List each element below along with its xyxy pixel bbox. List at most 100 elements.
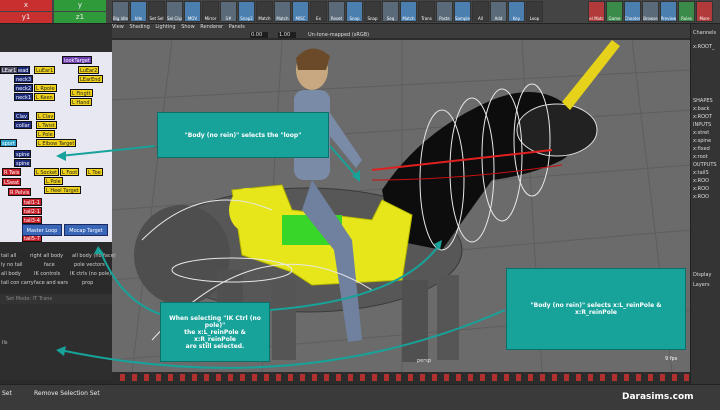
channel-item[interactable]: x:ROO [693,194,709,200]
shelf-button[interactable]: Sel Clip [166,1,183,22]
timeline-key[interactable] [504,374,509,381]
timeline-key[interactable] [408,374,413,381]
shelf-button[interactable]: Ex [310,1,327,22]
timeline-key[interactable] [576,374,581,381]
timeline-key[interactable] [588,374,593,381]
picker-spine2[interactable]: spine [14,159,32,167]
timeline-key[interactable] [252,374,257,381]
picker-learend[interactable]: LEarEnd [78,75,103,83]
menu-lighting[interactable]: Lighting [155,24,175,30]
exposure-field[interactable]: 0.00 [250,32,268,38]
layers-tab[interactable]: Layers [693,282,710,288]
set-ly-no-tail[interactable]: ly no tail [1,262,23,268]
display-tab[interactable]: Display [693,272,711,278]
picker-luear2[interactable]: LuEar2 [78,66,100,74]
timeline-key[interactable] [612,374,617,381]
picker-lheel[interactable]: L Heel Target [44,186,81,194]
picker-lsocket[interactable]: L Socket [34,168,60,176]
channel-item[interactable]: x:back [693,106,710,112]
shelf-button[interactable]: Add [490,1,507,22]
timeline-key[interactable] [468,374,473,381]
timeline-key[interactable] [396,374,401,381]
timeline-key[interactable] [228,374,233,381]
shelf-button[interactable]: Mirror [202,1,219,22]
menu-panels[interactable]: Panels [229,24,245,30]
timeline-key[interactable] [288,374,293,381]
y1-field[interactable]: y1 [0,12,52,23]
timeline-key[interactable] [444,374,449,381]
timeline-key[interactable] [600,374,605,381]
mocap-target-button[interactable]: Mocap Target [64,224,108,236]
shelf-button[interactable]: Reset [328,1,345,22]
menu-shading[interactable]: Shading [129,24,149,30]
channel-item[interactable]: x:ROOT [693,114,712,120]
shelf-button[interactable]: Snap [346,1,363,22]
timeline-key[interactable] [180,374,185,381]
timeline-key[interactable] [660,374,665,381]
channel-item[interactable]: x:tailS [693,170,709,176]
timeline-key[interactable] [156,374,161,381]
channel-item[interactable]: x:ROO [693,186,709,192]
picker-lkeen[interactable]: L Keen [34,93,55,101]
channels-root[interactable]: x:ROOT_ [693,44,715,50]
timeline-key[interactable] [492,374,497,381]
shelf-button[interactable]: S# [220,1,237,22]
x-field[interactable]: x [0,0,52,11]
timeline-key[interactable] [348,374,353,381]
timeline-key[interactable] [456,374,461,381]
menu-renderer[interactable]: Renderer [200,24,223,30]
shelf-button[interactable]: Match [274,1,291,22]
remove-selection-set-button[interactable]: Remove Selection Set [34,390,100,397]
set-all-body-no-face[interactable]: all body (no face) [72,253,116,259]
picker-ltwist[interactable]: L Twist [36,121,57,129]
picker-tail1[interactable]: tail1-1 [22,198,42,206]
timeline-key[interactable] [636,374,641,381]
picker-neck2[interactable]: neck2 [14,84,34,92]
channel-item[interactable]: x:stret [693,130,709,136]
menu-show[interactable]: Show [181,24,195,30]
picker-lpole3[interactable]: L Pole [44,177,63,185]
timeline-key[interactable] [240,374,245,381]
set-ik-controls[interactable]: IK controls [34,271,60,277]
picker-lclav[interactable]: L Clav [36,112,56,120]
picker-tail2[interactable]: tail2-1 [22,207,42,215]
picker-lelbow[interactable]: L Elbow Target [36,139,77,147]
timeline-key[interactable] [312,374,317,381]
picker-lhand[interactable]: L Hand [70,98,92,106]
timeline-key[interactable] [624,374,629,381]
picker-spine[interactable]: spine [14,150,32,158]
timeline-key[interactable] [372,374,377,381]
shelf-button[interactable]: MOV [184,1,201,22]
shelf-button[interactable]: Paste [436,1,453,22]
set-button[interactable]: Set [2,390,12,397]
shelf-button[interactable]: Loop [526,1,543,22]
set-ik-ctrls-no-pole[interactable]: IK ctrls (no pole) [70,271,111,277]
shelf-button[interactable]: Match [400,1,417,22]
timeline-key[interactable] [144,374,149,381]
timeline-key[interactable] [132,374,137,381]
timeline-key[interactable] [552,374,557,381]
set-all-body[interactable]: all body [1,271,21,277]
y-field[interactable]: y [54,0,106,11]
z1-field[interactable]: z1 [54,12,106,23]
shelf-right-button[interactable]: Preview [660,1,677,22]
timeline-key[interactable] [432,374,437,381]
set-tail-con-carry[interactable]: tail con carry [1,280,34,286]
menu-view[interactable]: View [112,24,124,30]
shelf-right-button[interactable]: Browse [642,1,659,22]
picker-lpole[interactable]: L Rpole [34,84,57,92]
channel-item[interactable]: x:ROO [693,178,709,184]
shelf-button[interactable]: Snap [364,1,381,22]
timeline-key[interactable] [324,374,329,381]
timeline-key[interactable] [276,374,281,381]
picker-lear1[interactable]: LEar1 [0,66,19,74]
set-prop[interactable]: prop [82,280,93,286]
timeline-key[interactable] [684,374,689,381]
timeline-key[interactable] [420,374,425,381]
picker-rtwis[interactable]: R Twis [2,168,22,176]
shelf-right-button[interactable]: More [696,1,713,22]
timeline-key[interactable] [120,374,125,381]
timeline[interactable] [112,372,690,384]
timeline-key[interactable] [480,374,485,381]
timeline-key[interactable] [360,374,365,381]
